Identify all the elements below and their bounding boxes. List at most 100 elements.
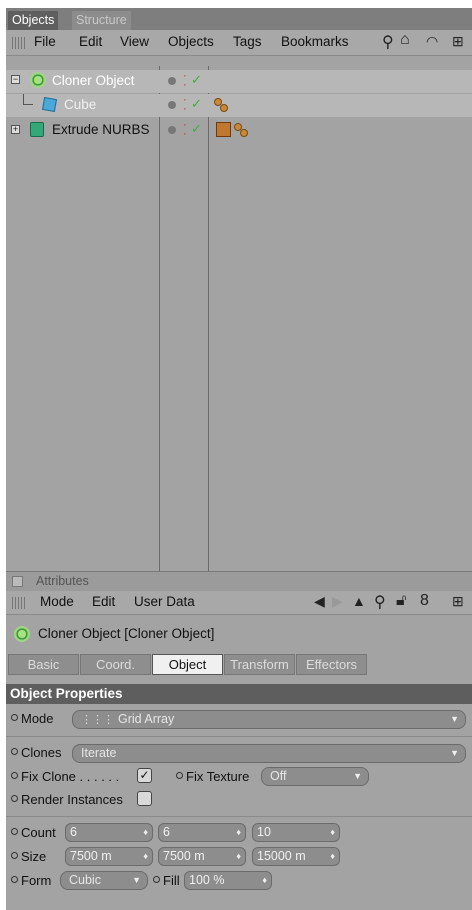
uvw-tag-icon[interactable] bbox=[216, 122, 231, 137]
menu-objects[interactable]: Objects bbox=[168, 34, 214, 49]
render-instances-label: Render Instances bbox=[11, 792, 123, 807]
cube-icon bbox=[41, 96, 58, 113]
tab-transform[interactable]: Transform bbox=[224, 654, 295, 675]
collapse-icon[interactable]: − bbox=[11, 75, 20, 84]
tab-structure[interactable]: Structure bbox=[72, 11, 131, 30]
clones-dropdown[interactable]: Iterate ▼ bbox=[72, 744, 466, 763]
spinner-icon[interactable]: ♦ bbox=[143, 824, 148, 841]
drag-grip-icon[interactable] bbox=[12, 37, 26, 49]
object-name[interactable]: Cloner Object bbox=[52, 73, 135, 88]
menu-mode[interactable]: Mode bbox=[40, 594, 74, 609]
spinner-icon[interactable]: ♦ bbox=[236, 848, 241, 865]
object-name[interactable]: Extrude NURBS bbox=[52, 122, 150, 137]
clones-label: Clones bbox=[11, 745, 61, 760]
tree-item-cloner-object[interactable]: − Cloner Object · · ✓ bbox=[6, 70, 472, 93]
drag-grip-icon[interactable] bbox=[12, 597, 26, 609]
fill-label: Fill bbox=[153, 873, 180, 888]
tree-item-cube[interactable]: Cube · · ✓ bbox=[6, 94, 472, 117]
chevron-down-icon: ▼ bbox=[132, 875, 141, 885]
fix-clone-checkbox[interactable]: ✓ bbox=[137, 768, 152, 783]
menu-bookmarks[interactable]: Bookmarks bbox=[281, 34, 349, 49]
tab-coord[interactable]: Coord. bbox=[80, 654, 151, 675]
spinner-icon[interactable]: ♦ bbox=[236, 824, 241, 841]
spinner-icon[interactable]: ♦ bbox=[330, 848, 335, 865]
object-tree: − Cloner Object · · ✓ Cube · · ✓ + Extrude… bbox=[6, 66, 472, 571]
texture-tag-icon[interactable] bbox=[234, 123, 252, 139]
panel-icon[interactable] bbox=[12, 576, 23, 587]
back-arrow-icon[interactable]: ◀ bbox=[314, 593, 325, 610]
tab-basic[interactable]: Basic bbox=[8, 654, 79, 675]
divider bbox=[6, 736, 472, 737]
section-header: Object Properties bbox=[6, 684, 472, 704]
form-label: Form bbox=[11, 873, 51, 888]
grid-array-icon: ⋮⋮⋮ bbox=[81, 714, 114, 726]
tab-objects[interactable]: Objects bbox=[8, 11, 59, 30]
link-icon[interactable]: 8 bbox=[420, 592, 429, 610]
size-label: Size bbox=[11, 849, 46, 864]
new-window-icon[interactable]: ⊞ bbox=[452, 593, 464, 610]
menu-user-data[interactable]: User Data bbox=[134, 594, 195, 609]
chevron-down-icon: ▼ bbox=[353, 771, 362, 781]
spinner-icon[interactable]: ♦ bbox=[330, 824, 335, 841]
up-arrow-icon[interactable]: ▲ bbox=[352, 593, 366, 609]
texture-tag-icon[interactable] bbox=[214, 98, 232, 114]
render-instances-checkbox[interactable] bbox=[137, 791, 152, 806]
object-title: Cloner Object [Cloner Object] bbox=[38, 626, 215, 641]
object-name[interactable]: Cube bbox=[64, 97, 96, 112]
count-z-field[interactable]: 10 ♦ bbox=[252, 823, 340, 842]
editor-visibility-icon[interactable] bbox=[168, 77, 176, 85]
fix-texture-label: Fix Texture bbox=[176, 769, 249, 784]
new-window-icon[interactable]: ⊞ bbox=[452, 33, 464, 50]
menu-tags[interactable]: Tags bbox=[233, 34, 262, 49]
spinner-icon[interactable]: ♦ bbox=[262, 872, 267, 889]
enabled-check-icon[interactable]: ✓ bbox=[191, 72, 202, 88]
tab-effectors[interactable]: Effectors bbox=[296, 654, 367, 675]
application-frame: Objects Structure File Edit View Objects… bbox=[6, 8, 472, 910]
eye-icon[interactable]: ◠ bbox=[426, 33, 438, 50]
mode-dropdown[interactable]: ⋮⋮⋮ Grid Array ▼ bbox=[72, 710, 466, 729]
menu-view[interactable]: View bbox=[120, 34, 149, 49]
form-dropdown[interactable]: Cubic ▼ bbox=[60, 871, 148, 890]
extrude-icon bbox=[30, 122, 44, 137]
menu-edit[interactable]: Edit bbox=[92, 594, 115, 609]
cloner-icon bbox=[14, 626, 30, 642]
size-y-field[interactable]: 7500 m ♦ bbox=[158, 847, 246, 866]
fix-clone-label: Fix Clone . . . . . . bbox=[11, 769, 119, 784]
chevron-down-icon: ▼ bbox=[450, 748, 459, 758]
forward-arrow-icon[interactable]: ▶ bbox=[332, 593, 343, 610]
editor-visibility-icon[interactable] bbox=[168, 126, 176, 134]
tree-item-extrude-nurbs[interactable]: + Extrude NURBS · · ✓ bbox=[6, 119, 472, 142]
expand-icon[interactable]: + bbox=[11, 125, 20, 134]
render-visibility-icon[interactable]: · · bbox=[183, 120, 187, 140]
attributes-menubar: Mode Edit User Data ◀ ▶ ▲ ⚲ 🔓︎ 8 ⊞ bbox=[6, 591, 472, 615]
mode-label: Mode bbox=[11, 711, 54, 726]
divider bbox=[6, 816, 472, 817]
count-label: Count bbox=[11, 825, 56, 840]
size-x-field[interactable]: 7500 m ♦ bbox=[65, 847, 153, 866]
cloner-icon bbox=[30, 72, 46, 88]
render-visibility-icon[interactable]: · · bbox=[183, 71, 187, 91]
search-icon[interactable]: ⚲ bbox=[382, 32, 394, 52]
size-z-field[interactable]: 15000 m ♦ bbox=[252, 847, 340, 866]
search-icon[interactable]: ⚲ bbox=[374, 592, 386, 612]
render-visibility-icon[interactable]: · · bbox=[183, 95, 187, 115]
enabled-check-icon[interactable]: ✓ bbox=[191, 96, 202, 112]
home-icon[interactable]: ⌂ bbox=[400, 31, 410, 49]
attributes-header: Attributes bbox=[6, 571, 472, 591]
count-y-field[interactable]: 6 ♦ bbox=[158, 823, 246, 842]
spinner-icon[interactable]: ♦ bbox=[143, 848, 148, 865]
chevron-down-icon: ▼ bbox=[450, 714, 459, 724]
tab-object[interactable]: Object bbox=[152, 654, 223, 675]
lock-icon[interactable]: 🔓︎ bbox=[396, 592, 406, 610]
menu-file[interactable]: File bbox=[34, 34, 56, 49]
fill-field[interactable]: 100 % ♦ bbox=[184, 871, 272, 890]
objects-tabbar: Objects Structure bbox=[6, 8, 472, 30]
attributes-title: Attributes bbox=[36, 574, 89, 588]
objects-menubar: File Edit View Objects Tags Bookmarks ⚲ … bbox=[6, 30, 472, 56]
tree-connector bbox=[23, 94, 33, 105]
enabled-check-icon[interactable]: ✓ bbox=[191, 121, 202, 137]
editor-visibility-icon[interactable] bbox=[168, 101, 176, 109]
menu-edit[interactable]: Edit bbox=[79, 34, 102, 49]
count-x-field[interactable]: 6 ♦ bbox=[65, 823, 153, 842]
fix-texture-dropdown[interactable]: Off ▼ bbox=[261, 767, 369, 786]
